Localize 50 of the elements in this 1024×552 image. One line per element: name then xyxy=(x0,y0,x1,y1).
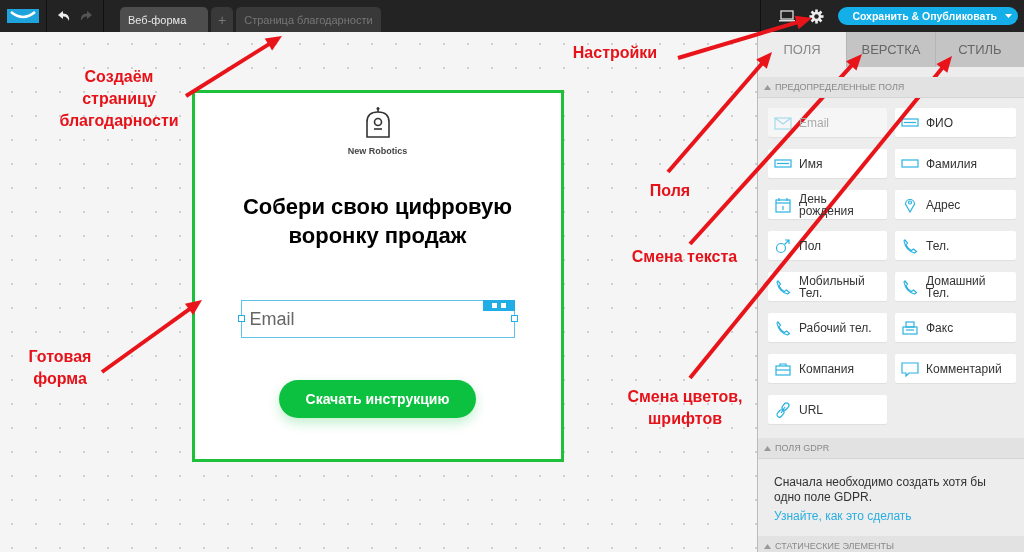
field-item[interactable]: Имя xyxy=(768,149,887,178)
field-item[interactable]: Мобильный Тел. xyxy=(768,272,887,301)
undo-icon[interactable] xyxy=(58,11,70,21)
resize-handle[interactable] xyxy=(237,315,245,322)
section-title: ПОЛЯ GDPR xyxy=(775,443,830,453)
email-input-field[interactable]: Email xyxy=(240,300,515,338)
briefcase-icon xyxy=(774,360,792,377)
collapse-triangle-icon xyxy=(764,84,771,90)
envelope-logo-icon[interactable] xyxy=(7,9,39,23)
annotation-label: Создаём страницу благодарности xyxy=(58,67,180,131)
gdpr-note: Сначала необходимо создать хотя бы одно поле GDPR. xyxy=(774,475,987,505)
field-item[interactable]: Домашний Тел. xyxy=(895,272,1016,301)
resize-handle[interactable] xyxy=(510,315,518,322)
settings-icon[interactable] xyxy=(809,8,825,24)
fax-icon xyxy=(901,319,919,336)
redo-icon[interactable] xyxy=(80,11,92,21)
phone-icon xyxy=(774,278,792,295)
phone-icon xyxy=(774,319,792,336)
field-item[interactable]: Пол xyxy=(768,231,887,260)
field-item[interactable]: Комментарий xyxy=(895,354,1016,383)
field-item[interactable]: Тел. xyxy=(895,231,1016,260)
annotation-label: Смена текста xyxy=(630,247,739,267)
field-tools-icon[interactable] xyxy=(482,300,515,311)
phone-icon xyxy=(901,237,919,254)
section-title: СТАТИЧЕСКИЕ ЭЛЕМЕНТЫ xyxy=(775,541,894,551)
field-item[interactable]: Фамилия xyxy=(895,149,1016,178)
calendar-icon xyxy=(774,196,792,213)
male-symbol-icon xyxy=(774,237,792,254)
field-item[interactable]: Компания xyxy=(768,354,887,383)
collapse-triangle-icon xyxy=(764,543,771,549)
section-title: ПРЕДОПРЕДЕЛЕННЫЕ ПОЛЯ xyxy=(775,82,905,92)
field-item[interactable]: ФИО xyxy=(895,108,1016,137)
comment-icon xyxy=(901,360,919,377)
annotation-label: Настройки xyxy=(571,43,659,63)
annotation-label: Смена цветов, шрифтов xyxy=(626,387,744,429)
form-heading: Собери свою цифровую воронку продаж xyxy=(241,193,514,250)
field-item[interactable]: Адрес xyxy=(895,190,1016,219)
brand-name: New Robotics xyxy=(347,146,408,156)
annotation-label: Поля xyxy=(648,181,692,201)
annotation-label: Готовая форма xyxy=(27,347,93,389)
caret-icon xyxy=(1005,14,1012,18)
field-item[interactable]: Факс xyxy=(895,313,1016,342)
field-item[interactable]: URL xyxy=(768,395,887,424)
phone-icon xyxy=(901,278,919,295)
laptop-icon[interactable] xyxy=(779,10,796,22)
field-item[interactable]: Рабочий тел. xyxy=(768,313,887,342)
link-icon xyxy=(774,401,792,418)
collapse-triangle-icon xyxy=(764,445,771,451)
page-tab[interactable]: Веб-форма xyxy=(120,7,208,32)
envelope-icon xyxy=(774,114,792,131)
